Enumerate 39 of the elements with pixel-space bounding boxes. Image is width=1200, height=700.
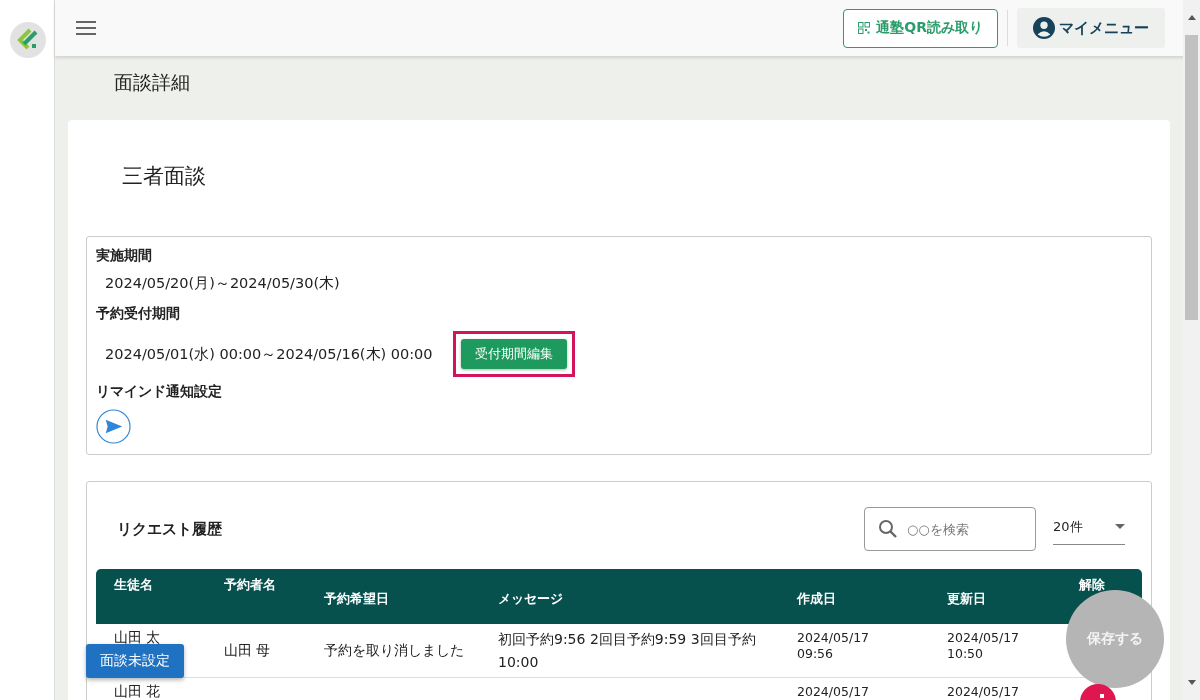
send-icon[interactable] bbox=[96, 409, 131, 444]
field-label: 実施期間 bbox=[96, 246, 153, 265]
column-header: 予約希望日 bbox=[323, 590, 390, 608]
table-cell-text: 山田 花 bbox=[113, 682, 162, 700]
search-field[interactable]: ○○を検索 bbox=[864, 507, 1036, 551]
period-text: 2024/05/20(月)～2024/05/30(木) bbox=[105, 274, 341, 293]
column-header: 更新日 bbox=[946, 590, 987, 608]
logo-icon[interactable] bbox=[10, 22, 46, 58]
table-cell-text: 2024/05/17 09:56 bbox=[796, 629, 871, 664]
table-cell-text: 初回予約9:56 2回目予約9:59 3回目予約10:00 bbox=[497, 630, 757, 672]
column-header: 生徒名 bbox=[113, 576, 154, 594]
qr-scan-button[interactable]: 通塾QR読み取り bbox=[843, 8, 998, 48]
edit-period-button[interactable]: 受付期間編集 bbox=[460, 339, 567, 369]
page-size-select[interactable]: 20件 bbox=[1053, 513, 1125, 545]
field-label: リマインド通知設定 bbox=[96, 382, 223, 401]
menu-icon[interactable] bbox=[76, 21, 96, 35]
column-header: 作成日 bbox=[795, 590, 837, 608]
table-cell-text: 予約を取り消しました bbox=[323, 641, 465, 661]
scroll-up-icon[interactable] bbox=[1187, 15, 1196, 20]
scroll-down-icon[interactable] bbox=[1187, 680, 1196, 685]
unset-interview-button[interactable]: 面談未設定 bbox=[86, 644, 184, 678]
card-title: 三者面談 bbox=[122, 163, 207, 190]
scrollbar-thumb[interactable] bbox=[1185, 35, 1198, 320]
table-cell-text: 山田 太 bbox=[113, 628, 162, 647]
search-icon bbox=[878, 519, 898, 539]
table-cell-text: 山田 母 bbox=[223, 641, 272, 661]
table-cell-text: 2024/05/17 10:50 bbox=[946, 629, 1021, 664]
my-menu-button[interactable]: マイメニュー bbox=[1017, 8, 1165, 48]
accept-period-text: 2024/05/01(水) 00:00～2024/05/16(木) 00:00 bbox=[105, 345, 433, 364]
user-avatar-icon bbox=[1033, 17, 1055, 39]
qr-code-icon bbox=[858, 22, 871, 34]
table-cell-text: 2024/05/17 bbox=[946, 683, 1021, 700]
table-cell-text: 2024/05/17 bbox=[796, 683, 871, 700]
page-title: 面談詳細 bbox=[114, 70, 191, 94]
section-title: リクエスト履歴 bbox=[117, 519, 222, 539]
column-header: メッセージ bbox=[497, 590, 564, 608]
dropdown-caret-icon bbox=[1115, 524, 1125, 529]
field-label: 予約受付期間 bbox=[96, 304, 181, 323]
column-header: 予約者名 bbox=[223, 576, 277, 594]
